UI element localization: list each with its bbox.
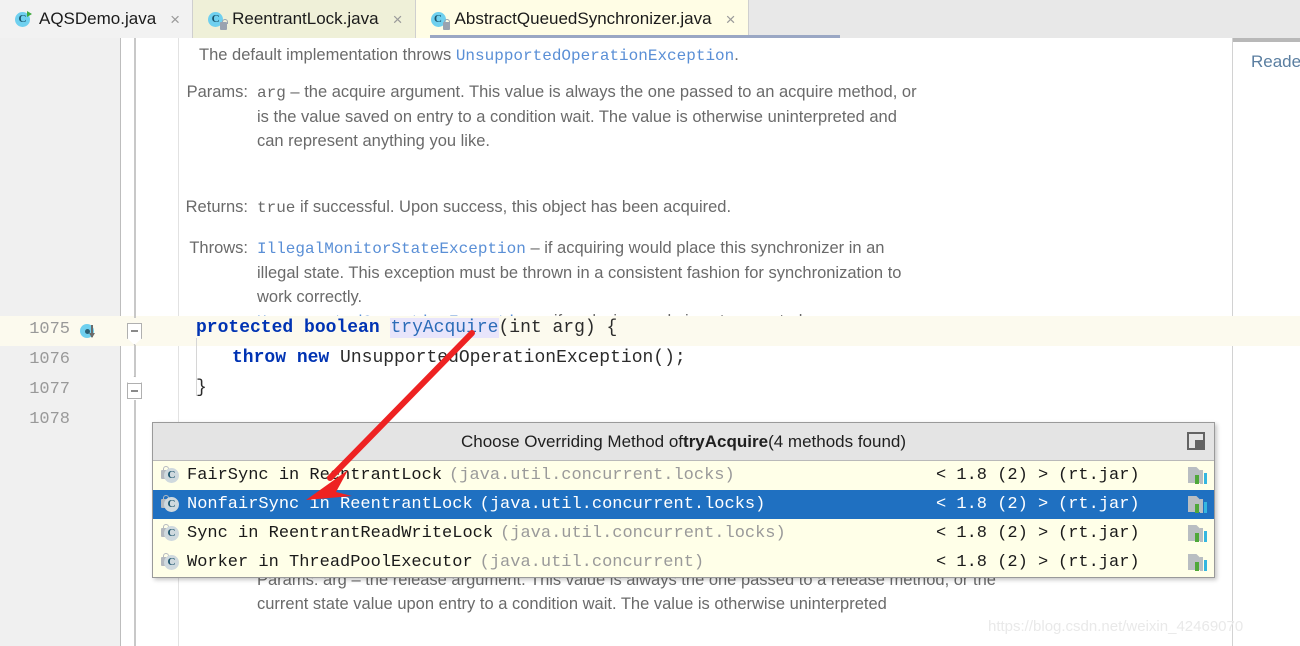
javadoc-spacer [179,105,257,129]
javadoc-throws-text-2: if exclusive mode is not supported [553,312,803,330]
javadoc-returns-block: Returns: true if successful. Upon succes… [179,195,1189,220]
javadoc-spacer [179,129,257,153]
popup-title-method: tryAcquire [683,431,769,451]
javadoc-throws-text-1c: work correctly. [257,288,363,306]
javadoc-params-block: Params: arg – the acquire argument. This… [179,80,1189,153]
javadoc-release-line-2: current state value upon entry to a cond… [257,595,887,613]
row-jar: (rt.jar) [1058,466,1140,485]
javadoc-intro-type[interactable]: UnsupportedOperationException [456,47,734,65]
row-version: < 1.8 (2) > [936,466,1049,485]
javadoc-param-dash: – [290,83,300,101]
javadoc-params-label: Params: [186,83,248,101]
choose-overriding-method-popup: Choose Overriding Method of tryAcquire (… [152,422,1215,578]
row-signature: NonfairSync in ReentrantLock [187,495,473,514]
popup-row-sync[interactable]: C Sync in ReentrantReadWriteLock (java.u… [153,519,1214,548]
javadoc-throws-dash-1: – [530,239,540,257]
row-jar: (rt.jar) [1058,495,1140,514]
javadoc-param-name: arg [257,84,286,102]
reader-mode-label[interactable]: Reade [1251,52,1300,72]
javadoc-throws-type-1[interactable]: IllegalMonitorStateException [257,240,526,258]
javadoc-throws-label: Throws: [189,239,248,257]
tab-label: AQSDemo.java [39,9,157,28]
editor-tab-bar: C AQSDemo.java × C ReentrantLock.java × … [0,0,1300,38]
javadoc-returns-label: Returns: [185,198,248,216]
row-signature: FairSync in ReentrantLock [187,466,443,485]
java-class-readonly-icon: C [161,495,180,514]
tab-reentrantlock[interactable]: C ReentrantLock.java × [193,0,416,38]
tab-close-icon[interactable]: × [393,11,403,28]
tab-abstractqueuedsynchronizer[interactable]: C AbstractQueuedSynchronizer.java × [415,0,749,38]
gutter-divider [120,38,121,646]
row-jar: (rt.jar) [1058,524,1140,543]
tab-close-icon[interactable]: × [726,11,736,28]
tab-close-icon[interactable]: × [170,11,180,28]
javadoc-returns-literal: true [257,199,296,217]
javadoc-param-text-3: can represent anything you like. [257,132,490,150]
java-class-readonly-icon: C [161,466,180,485]
javadoc-intro-before: The default implementation throws [199,46,456,64]
javadoc-param-text-2: is the value saved on entry to a conditi… [257,108,897,126]
javadoc-throws-text-1b: illegal state. This exception must be th… [257,264,902,282]
row-package: (java.util.concurrent) [479,553,705,572]
library-chart-icon [1188,496,1207,513]
javadoc-spacer [179,592,257,616]
library-chart-icon [1188,467,1207,484]
row-version: < 1.8 (2) > [936,495,1049,514]
javadoc-throws-block: Throws: IllegalMonitorStateException – i… [179,236,1189,334]
line-number-gutter[interactable] [0,38,121,646]
java-class-readonly-icon: C [430,11,451,30]
javadoc-intro-after: . [734,46,739,64]
javadoc-returns-text: if successful. Upon success, this object… [300,198,732,216]
javadoc-throws-text-1a: if acquiring would place this synchroniz… [544,239,885,257]
java-class-readonly-icon: C [161,524,180,543]
row-signature: Sync in ReentrantReadWriteLock [187,524,494,543]
javadoc-spacer [179,309,257,334]
tab-label: AbstractQueuedSynchronizer.java [454,9,712,28]
watermark: https://blog.csdn.net/weixin_42469070 [988,618,1244,635]
javadoc-spacer [179,261,257,285]
library-chart-icon [1188,525,1207,542]
javadoc-spacer [179,285,257,309]
row-package: (java.util.concurrent.locks) [449,466,735,485]
javadoc-param-text-1: the acquire argument. This value is alwa… [304,83,917,101]
tab-aqsdemo[interactable]: C AQSDemo.java × [0,0,194,38]
javadoc-intro: The default implementation throws Unsupp… [199,43,1199,68]
library-chart-icon [1188,554,1207,571]
javadoc-throws-type-2[interactable]: UnsupportedOperationException [257,313,535,331]
popup-title-bar: Choose Overriding Method of tryAcquire (… [153,423,1214,461]
vertical-scrollbar[interactable] [1233,38,1300,42]
java-class-readonly-icon: C [207,11,228,30]
java-class-icon: C [14,10,32,28]
popup-row-fairsync[interactable]: C FairSync in ReentrantLock (java.util.c… [153,461,1214,490]
ide-window: C AQSDemo.java × C ReentrantLock.java × … [0,0,1300,646]
popup-row-worker[interactable]: C Worker in ThreadPoolExecutor (java.uti… [153,548,1214,577]
row-version: < 1.8 (2) > [936,553,1049,572]
row-package: (java.util.concurrent.locks) [500,524,786,543]
popup-title-prefix: Choose Overriding Method of [460,431,684,451]
row-version: < 1.8 (2) > [936,524,1049,543]
tab-label: ReentrantLock.java [232,9,379,28]
popup-title-suffix: (4 methods found) [768,431,907,451]
row-package: (java.util.concurrent.locks) [479,495,766,514]
row-jar: (rt.jar) [1058,553,1140,572]
pin-window-icon[interactable] [1187,432,1205,450]
row-signature: Worker in ThreadPoolExecutor [187,553,473,572]
popup-row-nonfairsync[interactable]: C NonfairSync in ReentrantLock (java.uti… [153,490,1214,519]
java-class-readonly-icon: C [161,553,180,572]
reader-mode-pane: Reade [1233,38,1300,646]
javadoc-throws-dash-2: – [540,312,550,330]
